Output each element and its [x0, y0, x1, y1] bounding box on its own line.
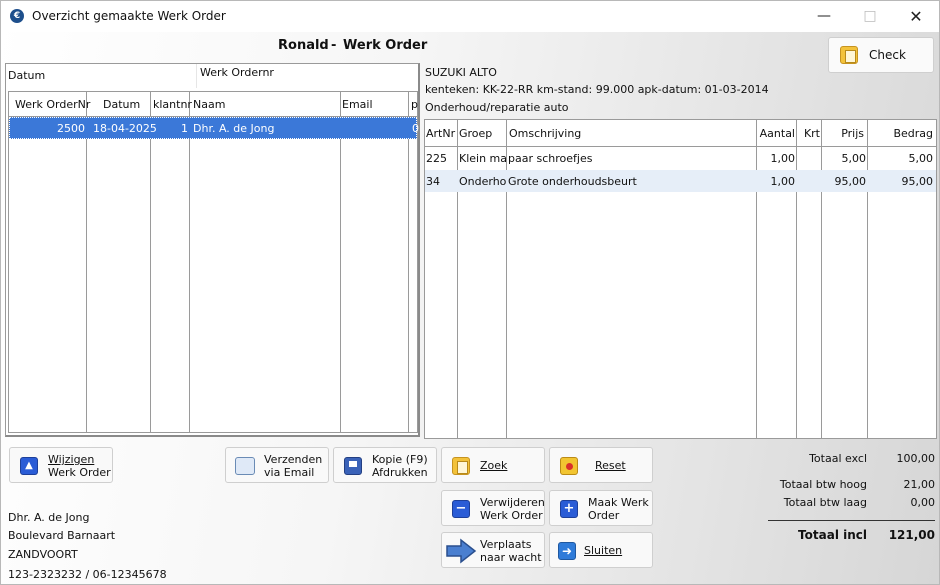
- verwijderen-werk-order-button[interactable]: − Verwijderen Werk Order: [441, 490, 545, 526]
- zoek-button[interactable]: Zoek: [441, 447, 545, 483]
- arrow-right-icon: [446, 538, 477, 564]
- customer-phone: 123-2323232 / 06-12345678: [8, 568, 167, 581]
- window-title: Overzicht gemaakte Werk Order: [32, 9, 226, 23]
- kopie-label: Kopie (F9): [372, 453, 428, 466]
- minimize-button[interactable]: —: [801, 1, 847, 32]
- cell-datum: 18-04-2025: [93, 122, 157, 135]
- verplaats-label: Verplaats: [480, 538, 532, 551]
- cell-omschrijving: paar schroefjes: [508, 152, 593, 165]
- reset-icon: [560, 457, 578, 475]
- col-header-datum[interactable]: Datum: [103, 98, 140, 111]
- verplaats-naar-wacht-button[interactable]: Verplaats naar wacht: [441, 532, 545, 568]
- totals-divider: [768, 520, 935, 521]
- maak-label: Maak Werk: [588, 496, 649, 509]
- table-row[interactable]: 225 Klein mate paar schroefjes 1,00 5,00…: [425, 147, 936, 169]
- totaal-incl-label: Totaal incl: [798, 528, 867, 542]
- cell-omschrijving: Grote onderhoudsbeurt: [508, 175, 637, 188]
- cell-p: 0: [412, 122, 419, 135]
- totaal-excl-label: Totaal excl: [809, 452, 867, 465]
- kopie-afdrukken-button[interactable]: Kopie (F9) Afdrukken: [333, 447, 437, 483]
- zoek-label: Zoek: [480, 459, 508, 472]
- customer-city: ZANDVOORT: [8, 548, 78, 561]
- vehicle-details: kenteken: KK-22-RR km-stand: 99.000 apk-…: [425, 83, 769, 96]
- cell-order: 2500: [57, 122, 85, 135]
- title-bar: € Overzicht gemaakte Werk Order — □ ✕: [1, 1, 939, 32]
- envelope-icon: [235, 457, 255, 475]
- page-title: Werk Order: [343, 38, 428, 53]
- cell-artnr: 34: [426, 175, 440, 188]
- customer-street: Boulevard Barnaart: [8, 529, 116, 542]
- col-header-werkordernr[interactable]: Werk OrderNr: [15, 98, 90, 111]
- edit-icon: ▲: [20, 457, 38, 475]
- employee-name: Ronald: [278, 38, 329, 53]
- totaal-btw-laag-value: 0,00: [910, 496, 936, 509]
- maximize-button[interactable]: □: [847, 1, 893, 32]
- cell-groep: Onderhou: [459, 175, 507, 188]
- totaal-incl-value: 121,00: [888, 528, 935, 542]
- check-button-label: Check: [869, 48, 906, 62]
- cell-prijs: 5,00: [841, 152, 867, 165]
- sluiten-button[interactable]: ➜ Sluiten: [549, 532, 653, 568]
- close-button[interactable]: ✕: [893, 1, 939, 32]
- cell-groep: Klein mate: [459, 152, 507, 165]
- totaal-excl-value: 100,00: [896, 452, 936, 465]
- verzenden-label: Verzenden: [264, 453, 323, 466]
- col-header-klantnr[interactable]: klantnr: [153, 98, 192, 111]
- wijzigen-werk-order-button[interactable]: ▲ Wijzigen Werk Order: [9, 447, 113, 483]
- totaal-btw-hoog-value: 21,00: [903, 478, 936, 491]
- app-icon: €: [10, 9, 24, 23]
- col-header-krt[interactable]: Krt: [799, 127, 820, 140]
- col-header-groep[interactable]: Groep: [459, 127, 492, 140]
- col-header-omschrijving[interactable]: Omschrijving: [509, 127, 581, 140]
- reset-label: Reset: [595, 459, 626, 472]
- order-type: Onderhoud/reparatie auto: [425, 101, 569, 114]
- verzenden-email-button[interactable]: Verzenden via Email: [225, 447, 329, 483]
- main-window: € Overzicht gemaakte Werk Order — □ ✕ Ro…: [0, 0, 940, 585]
- plus-icon: +: [560, 500, 578, 518]
- verplaats-label-2: naar wacht: [480, 551, 542, 564]
- col-header-prijs[interactable]: Prijs: [824, 127, 864, 140]
- cell-artnr: 225: [426, 152, 447, 165]
- col-header-p[interactable]: p: [411, 98, 418, 111]
- cell-prijs: 95,00: [834, 175, 867, 188]
- verwijderen-label-2: Werk Order: [480, 509, 543, 522]
- table-row[interactable]: 34 Onderhou Grote onderhoudsbeurt 1,00 9…: [425, 170, 936, 192]
- maak-label-2: Order: [588, 509, 620, 522]
- minus-icon: −: [452, 500, 470, 518]
- kopie-label-2: Afdrukken: [372, 466, 428, 479]
- vehicle-model: SUZUKI ALTO: [425, 66, 497, 79]
- maak-werk-order-button[interactable]: + Maak Werk Order: [549, 490, 653, 526]
- customer-name: Dhr. A. de Jong: [8, 511, 90, 524]
- reset-button[interactable]: Reset: [549, 447, 653, 483]
- check-button[interactable]: Check: [828, 37, 934, 73]
- header-separator: -: [331, 38, 337, 53]
- work-order-table[interactable]: Werk OrderNr Datum klantnr Naam Email p …: [8, 91, 419, 433]
- werkordernr-filter-label: Werk Ordernr: [200, 66, 274, 79]
- cell-aantal: 1,00: [770, 175, 796, 188]
- wijzigen-label-2: Werk Order: [48, 466, 111, 479]
- verzenden-label-2: via Email: [264, 466, 315, 479]
- totaal-btw-hoog-label: Totaal btw hoog: [779, 478, 867, 491]
- col-header-bedrag[interactable]: Bedrag: [870, 127, 933, 140]
- cell-naam: Dhr. A. de Jong: [193, 122, 275, 135]
- col-header-email[interactable]: Email: [342, 98, 373, 111]
- totaal-btw-laag-label: Totaal btw laag: [783, 496, 867, 509]
- verwijderen-label: Verwijderen: [480, 496, 545, 509]
- cell-aantal: 1,00: [770, 152, 796, 165]
- cell-bedrag: 95,00: [901, 175, 934, 188]
- work-order-list-panel: Datum Werk Ordernr Werk OrderNr Datum kl…: [5, 63, 420, 437]
- col-header-naam[interactable]: Naam: [193, 98, 225, 111]
- search-clipboard-icon: [452, 457, 470, 475]
- col-header-aantal[interactable]: Aantal: [759, 127, 795, 140]
- cell-bedrag: 5,00: [908, 152, 934, 165]
- wijzigen-label: Wijzigen: [48, 453, 95, 466]
- order-lines-table[interactable]: ArtNr Groep Omschrijving Aantal Krt Prij…: [424, 119, 937, 439]
- col-header-artnr[interactable]: ArtNr: [426, 127, 455, 140]
- clipboard-icon: [840, 46, 858, 64]
- datum-filter-label: Datum: [8, 69, 46, 82]
- cell-klantnr: 1: [181, 122, 188, 135]
- exit-icon: ➜: [558, 542, 576, 560]
- printer-icon: [344, 457, 362, 475]
- sluiten-label: Sluiten: [584, 544, 623, 557]
